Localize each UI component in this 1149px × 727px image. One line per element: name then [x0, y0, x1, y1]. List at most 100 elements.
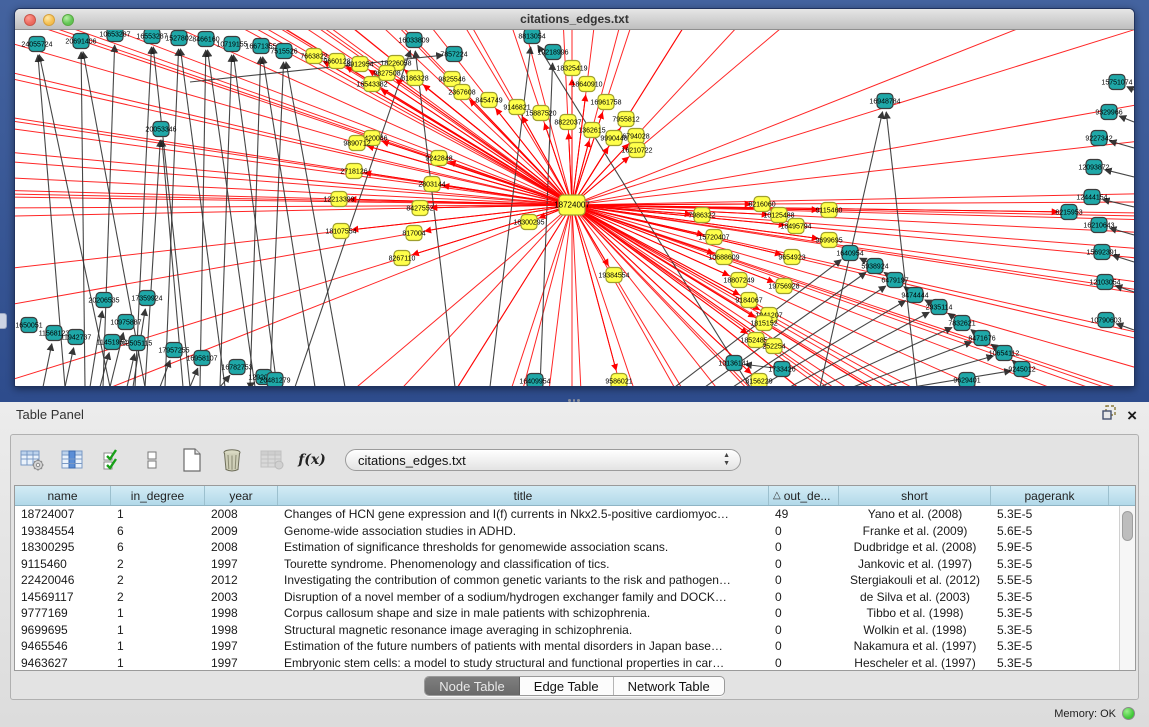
graph-node[interactable]: 7986322	[688, 208, 715, 223]
table-row[interactable]: 946362711997Embryonic stem cells: a mode…	[15, 655, 1119, 671]
graph-node[interactable]: 9329966	[1095, 105, 1122, 120]
graph-node[interactable]: 9629401	[953, 373, 980, 388]
graph-node[interactable]: 9245012	[1008, 362, 1035, 377]
graph-node[interactable]: 16948784	[869, 94, 900, 109]
graph-node[interactable]: 10975887	[110, 315, 141, 330]
table-row[interactable]: 2242004622012Investigating the contribut…	[15, 572, 1119, 589]
graph-node-label: 2803144	[418, 182, 445, 189]
graph-node[interactable]: 12103054	[1089, 275, 1120, 290]
network-table-select[interactable]: citations_edges.txt ▲▼	[345, 449, 741, 471]
graph-node[interactable]: 8267110	[389, 251, 416, 266]
graph-node[interactable]: 18640910	[571, 77, 602, 92]
column-header-name[interactable]: name	[15, 486, 111, 505]
graph-node-label: 6479197	[881, 278, 908, 285]
tab-edge-table[interactable]: Edge Table	[520, 677, 614, 695]
memory-ok-icon[interactable]	[1122, 707, 1135, 720]
graph-node[interactable]: 10654112	[989, 346, 1020, 361]
graph-node[interactable]: 15720407	[698, 230, 729, 245]
graph-node[interactable]: 7857224	[440, 47, 467, 62]
panel-divider-handle[interactable]	[568, 399, 580, 405]
graph-node[interactable]: 16553287	[136, 30, 167, 44]
graph-node-label: 18640910	[571, 82, 602, 89]
graph-node-label: 2367608	[448, 90, 475, 97]
function-builder-icon[interactable]: f(x)	[299, 447, 325, 473]
graph-node[interactable]: 19384554	[598, 268, 629, 283]
deselect-rows-icon[interactable]	[139, 447, 165, 473]
graph-node[interactable]: 16033809	[398, 33, 429, 48]
graph-node[interactable]: 18107554	[325, 224, 356, 239]
graph-node[interactable]: 12213399	[323, 192, 354, 207]
graph-node[interactable]: 2803144	[418, 177, 445, 192]
network-canvas[interactable]: 1872400724055724206914061065328716553287…	[15, 30, 1134, 387]
column-header-year[interactable]: year	[205, 486, 278, 505]
graph-node-label: 16782753	[221, 365, 252, 372]
graph-node[interactable]: 12093872	[1078, 160, 1109, 175]
graph-node[interactable]: 16961758	[590, 95, 621, 110]
delete-column-trash-icon[interactable]	[219, 447, 245, 473]
graph-node-label: 15751074	[1101, 80, 1132, 87]
graph-node[interactable]: 10719155	[216, 37, 247, 52]
column-header-short[interactable]: short	[839, 486, 991, 505]
table-row[interactable]: 969969511998Structural magnetic resonanc…	[15, 622, 1119, 639]
cell-short: Stergiakouli et al. (2012)	[839, 572, 991, 589]
import-table-disabled-icon	[259, 447, 285, 473]
graph-node[interactable]: 16409954	[519, 374, 550, 388]
tab-network-table[interactable]: Network Table	[614, 677, 724, 695]
graph-node-label: 16210722	[621, 148, 652, 155]
graph-node[interactable]: 8454749	[475, 93, 502, 108]
table-row[interactable]: 1872400712008Changes of HCN gene express…	[15, 506, 1119, 523]
select-stepper-icon: ▲▼	[723, 452, 730, 468]
graph-node[interactable]: 10790603	[1090, 313, 1121, 328]
column-header-in_degree[interactable]: in_degree	[111, 486, 205, 505]
column-header-out_de[interactable]: △out_de...	[769, 486, 839, 505]
cell-out_de: 0	[769, 622, 839, 639]
graph-node[interactable]: 16210722	[621, 143, 652, 158]
collapse-panel-handle[interactable]	[0, 313, 7, 329]
table-row[interactable]: 1456911722003Disruption of a novel membe…	[15, 589, 1119, 606]
select-all-rows-icon[interactable]	[99, 447, 125, 473]
graph-node[interactable]: 9474444	[901, 288, 928, 303]
citation-network-graph[interactable]: 1872400724055724206914061065328716553287…	[15, 30, 1134, 387]
table-row[interactable]: 1830029562008Estimation of significance …	[15, 539, 1119, 556]
table-row[interactable]: 911546021997Tourette syndrome. Phenomeno…	[15, 556, 1119, 573]
column-header-title[interactable]: title	[278, 486, 769, 505]
graph-hub-node[interactable]: 18724007	[554, 195, 590, 215]
graph-node[interactable]: 7832621	[948, 316, 975, 331]
vertical-scrollbar[interactable]	[1119, 506, 1135, 670]
table-settings-icon[interactable]	[19, 447, 45, 473]
cell-out_de: 49	[769, 506, 839, 523]
cell-in_degree: 6	[111, 523, 205, 540]
graph-node[interactable]: 16782753	[221, 360, 252, 375]
graph-node[interactable]: 18325419	[556, 61, 587, 76]
graph-node[interactable]: 20053346	[145, 122, 176, 137]
graph-node[interactable]: 9654923	[778, 250, 805, 265]
graph-node[interactable]: 9227342	[1085, 131, 1112, 146]
graph-node[interactable]: 9115460	[816, 203, 843, 218]
float-panel-icon[interactable]	[1102, 405, 1117, 425]
graph-node[interactable]: 16958107	[186, 351, 217, 366]
graph-node[interactable]: 9586021	[605, 374, 632, 388]
table-row[interactable]: 977716911998Corpus callosum shape and si…	[15, 605, 1119, 622]
cell-pagerank: 5.3E-5	[991, 556, 1109, 573]
graph-node[interactable]: 7955812	[612, 112, 639, 127]
graph-node[interactable]: 17359924	[131, 291, 162, 306]
column-header-pagerank[interactable]: pagerank	[991, 486, 1109, 505]
tab-node-table[interactable]: Node Table	[425, 677, 520, 695]
scrollbar-thumb[interactable]	[1122, 511, 1133, 541]
graph-node[interactable]: 24055724	[21, 37, 52, 52]
graph-node[interactable]: 18300295	[513, 215, 544, 230]
graph-node[interactable]: 8813054	[518, 30, 545, 44]
close-panel-icon[interactable]: ×	[1127, 407, 1137, 424]
network-window-titlebar[interactable]: citations_edges.txt	[15, 9, 1134, 30]
graph-node[interactable]: 252254	[762, 339, 785, 354]
graph-node[interactable]: 1733426	[768, 362, 795, 377]
new-column-icon[interactable]	[179, 447, 205, 473]
cell-out_de: 0	[769, 638, 839, 655]
table-row[interactable]: 1938455462009Genome-wide association stu…	[15, 523, 1119, 540]
select-column-icon[interactable]	[59, 447, 85, 473]
graph-node[interactable]: 8471676	[968, 331, 995, 346]
table-row[interactable]: 946554611997Estimation of the future num…	[15, 638, 1119, 655]
graph-node[interactable]: 817004	[402, 226, 425, 241]
cell-title: Investigating the contribution of common…	[278, 572, 769, 589]
graph-node[interactable]: 19756928	[768, 279, 799, 294]
